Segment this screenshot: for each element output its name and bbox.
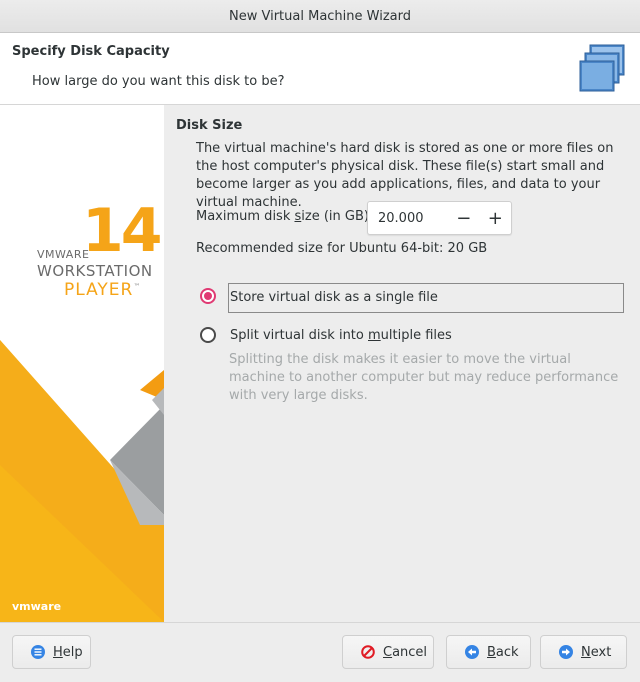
- back-label: Back: [487, 644, 519, 660]
- option-multiple-files-radio-row[interactable]: [200, 327, 216, 343]
- trademark: ™: [133, 282, 142, 291]
- recommended-size: Recommended size for Ubuntu 64-bit: 20 G…: [196, 241, 488, 256]
- multiple-files-label[interactable]: Split virtual disk into multiple files: [230, 328, 452, 343]
- wizard-footer: Help Cancel Back Next: [0, 622, 640, 682]
- disk-size-spinner[interactable]: − +: [367, 201, 512, 235]
- help-button[interactable]: Help: [12, 635, 91, 669]
- brand-name: VMWARE: [37, 248, 90, 261]
- product-name-line1: WORKSTATION: [37, 262, 153, 280]
- next-label: Next: [581, 644, 612, 660]
- next-button[interactable]: Next: [540, 635, 627, 669]
- max-size-label: Maximum disk size (in GB):: [196, 209, 374, 224]
- product-banner: 14 VMWARE WORKSTATION PLAYER™ vmware: [0, 105, 164, 622]
- product-name-line2: PLAYER™: [64, 280, 142, 300]
- single-file-label[interactable]: Store virtual disk as a single file: [230, 290, 438, 305]
- split-hint: Splitting the disk makes it easier to mo…: [229, 352, 619, 403]
- decrement-button[interactable]: −: [448, 203, 480, 233]
- banner-graphic: [0, 105, 164, 622]
- cancel-label: Cancel: [383, 644, 428, 660]
- vmware-logo: vmware: [12, 600, 62, 613]
- page-subtitle: How large do you want this disk to be?: [32, 74, 285, 89]
- cancel-icon: [361, 645, 375, 659]
- wizard-content: Disk Size The virtual machine's hard dis…: [164, 105, 640, 622]
- disk-stack-icon: [579, 44, 625, 92]
- help-icon: [31, 645, 45, 659]
- version-number: 14: [82, 196, 162, 266]
- window-titlebar: New Virtual Machine Wizard: [0, 0, 640, 33]
- option-single-file-radio-row[interactable]: [200, 288, 216, 304]
- section-title: Disk Size: [176, 118, 243, 133]
- wizard-header: Specify Disk Capacity How large do you w…: [0, 33, 640, 105]
- multiple-files-radio[interactable]: [200, 327, 216, 343]
- back-arrow-icon: [465, 645, 479, 659]
- help-label: Help: [53, 644, 83, 660]
- single-file-radio[interactable]: [200, 288, 216, 304]
- page-title: Specify Disk Capacity: [12, 44, 170, 59]
- increment-button[interactable]: +: [480, 203, 512, 233]
- cancel-button[interactable]: Cancel: [342, 635, 434, 669]
- back-button[interactable]: Back: [446, 635, 531, 669]
- disk-size-input[interactable]: [378, 210, 448, 226]
- next-arrow-icon: [559, 645, 573, 659]
- window-title: New Virtual Machine Wizard: [229, 8, 411, 24]
